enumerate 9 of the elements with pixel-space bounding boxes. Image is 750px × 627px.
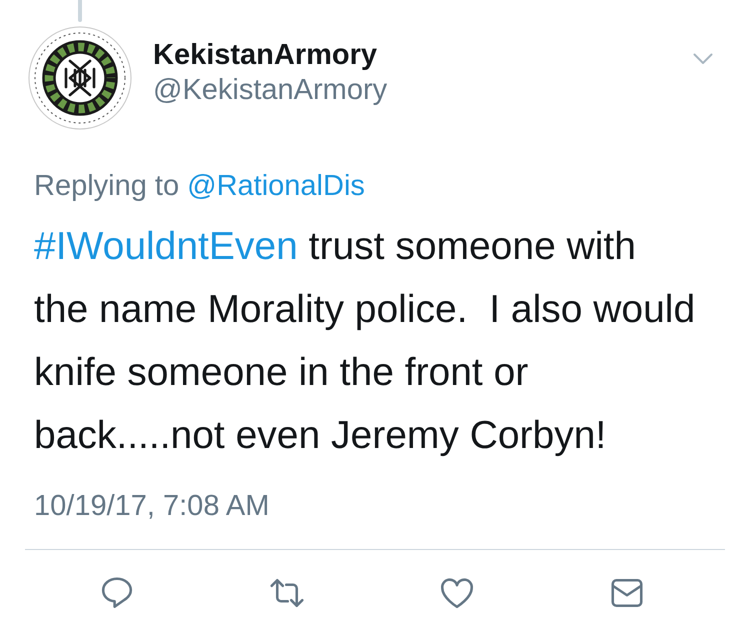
reply-icon[interactable] (99, 574, 135, 611)
tweet-timestamp: 10/19/17, 7:08 AM (34, 488, 270, 524)
hashtag-link[interactable]: #IWouldntEven (34, 224, 298, 268)
tweet-text: #IWouldntEven trust someone with the name Morality police. I also would knife someone in the front or back.....not even Jeremy Corbyn! (34, 224, 696, 459)
author-name: KekistanArmory (153, 38, 378, 73)
mention-link[interactable]: @RationalDis (187, 170, 365, 202)
avatar-icon (28, 26, 132, 130)
reply-context: Replying to @RationalDis (34, 169, 366, 204)
author-handle: @KekistanArmory (153, 72, 388, 108)
